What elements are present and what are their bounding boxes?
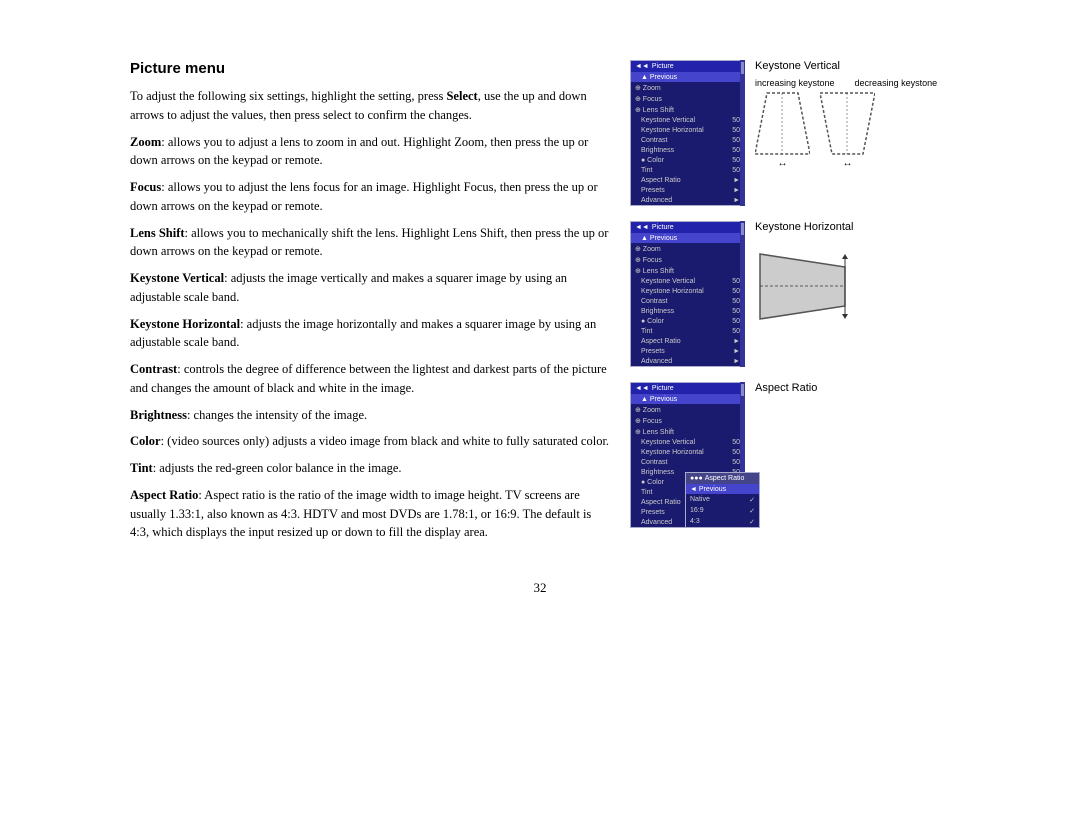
osd-scroll-thumb-1 [741, 62, 744, 74]
keystone-arrows: ↔ ↔ [755, 158, 937, 169]
aspect-submenu-container: ●●● Aspect Ratio ◄ Previous Native✓ 16:9… [685, 472, 760, 528]
osd-item-brightness-2[interactable]: Brightness50 [631, 306, 744, 316]
focus-text: Focus: allows you to adjust the lens foc… [130, 178, 610, 216]
aspect-item-43[interactable]: 4:3✓ [686, 516, 759, 527]
osd-menu-3-title-text: Picture [652, 385, 674, 392]
osd-scroll-thumb-3 [741, 384, 744, 396]
keystone-vertical-diagram: Keystone Vertical increasing keystone de… [755, 60, 937, 169]
osd-scrollbar-1 [740, 60, 745, 206]
osd-menu-2-title-text: Picture [652, 224, 674, 231]
osd-item-color-1[interactable]: ● Color50 [631, 155, 744, 165]
aspect-ratio-text: Aspect Ratio: Aspect ratio is the ratio … [130, 486, 610, 542]
color-text: Color: (video sources only) adjusts a vi… [130, 432, 610, 451]
osd-item-aspectratio-2[interactable]: Aspect Ratio► [631, 336, 744, 346]
aspect-submenu: ●●● Aspect Ratio ◄ Previous Native✓ 16:9… [685, 472, 760, 528]
keystone-vertical-text: Keystone Vertical: adjusts the image ver… [130, 269, 610, 307]
osd-menu-1-title: ◄◄ Picture [631, 61, 744, 72]
osd-item-kh-3[interactable]: Keystone Horizontal50 [631, 447, 744, 457]
decreasing-keystone-shape [820, 91, 875, 156]
keystone-horizontal-diagram: Keystone Horizontal [755, 221, 853, 328]
osd-item-kv-1[interactable]: Keystone Vertical50 [631, 115, 744, 125]
osd-left-arrow-icon-2: ◄◄ [635, 224, 649, 231]
tint-text: Tint: adjusts the red-green color balanc… [130, 459, 610, 478]
left-text-area: Picture menu To adjust the following six… [130, 60, 610, 550]
osd-item-lensshift-1[interactable]: ⊕ Lens Shift [631, 104, 744, 115]
aspect-submenu-title-text: Aspect Ratio [705, 475, 745, 482]
page: Picture menu To adjust the following six… [90, 0, 990, 636]
osd-scroll-thumb-2 [741, 223, 744, 235]
osd-menu-1: ◄◄ Picture ▲ Previous ⊕ Zoom ⊕ Focus ⊕ L… [630, 60, 745, 206]
right-panels: ◄◄ Picture ▲ Previous ⊕ Zoom ⊕ Focus ⊕ L… [630, 60, 950, 550]
aspect-item-169[interactable]: 16:9✓ [686, 505, 759, 516]
osd-item-zoom-1[interactable]: ⊕ Zoom [631, 82, 744, 93]
brightness-text: Brightness: changes the intensity of the… [130, 406, 610, 425]
osd-menu-2-container: ◄◄ Picture ▲ Previous ⊕ Zoom ⊕ Focus ⊕ L… [630, 221, 745, 367]
osd-item-lensshift-3[interactable]: ⊕ Lens Shift [631, 426, 744, 437]
aspect-ratio-panel: ◄◄ Picture ▲ Previous ⊕ Zoom ⊕ Focus ⊕ L… [630, 382, 950, 528]
osd-item-focus-2[interactable]: ⊕ Focus [631, 254, 744, 265]
osd-item-tint-1[interactable]: Tint50 [631, 165, 744, 175]
page-title: Picture menu [130, 60, 610, 77]
osd-item-focus-1[interactable]: ⊕ Focus [631, 93, 744, 104]
aspect-ratio-label: Aspect Ratio [755, 382, 817, 394]
osd-item-zoom-2[interactable]: ⊕ Zoom [631, 243, 744, 254]
osd-item-advanced-2[interactable]: Advanced► [631, 356, 744, 366]
osd-item-lensshift-2[interactable]: ⊕ Lens Shift [631, 265, 744, 276]
osd-menu-1-container: ◄◄ Picture ▲ Previous ⊕ Zoom ⊕ Focus ⊕ L… [630, 60, 745, 206]
aspect-submenu-title: ●●● Aspect Ratio [686, 473, 759, 484]
keystone-sub-labels: increasing keystone decreasing keystone [755, 78, 937, 88]
osd-item-aspectratio-1[interactable]: Aspect Ratio► [631, 175, 744, 185]
intro-text: To adjust the following six settings, hi… [130, 87, 610, 125]
keystone-shapes-row [755, 91, 937, 156]
keystone-horizontal-text: Keystone Horizontal: adjusts the image h… [130, 315, 610, 353]
osd-item-previous-1[interactable]: ▲ Previous [631, 72, 744, 82]
osd-item-tint-2[interactable]: Tint50 [631, 326, 744, 336]
osd-item-presets-2[interactable]: Presets► [631, 346, 744, 356]
osd-menu-2-title: ◄◄ Picture [631, 222, 744, 233]
osd-item-focus-3[interactable]: ⊕ Focus [631, 415, 744, 426]
osd-menu-2: ◄◄ Picture ▲ Previous ⊕ Zoom ⊕ Focus ⊕ L… [630, 221, 745, 367]
zoom-text: Zoom: allows you to adjust a lens to zoo… [130, 133, 610, 171]
aspect-item-native[interactable]: Native✓ [686, 494, 759, 505]
osd-item-advanced-1[interactable]: Advanced► [631, 195, 744, 205]
osd-item-kh-1[interactable]: Keystone Horizontal50 [631, 125, 744, 135]
lens-shift-text: Lens Shift: allows you to mechanically s… [130, 224, 610, 262]
osd-left-arrow-icon-3: ◄◄ [635, 385, 649, 392]
osd-menu-3: ◄◄ Picture ▲ Previous ⊕ Zoom ⊕ Focus ⊕ L… [630, 382, 745, 528]
keystone-vertical-label: Keystone Vertical [755, 60, 937, 72]
keystone-horizontal-panel: ◄◄ Picture ▲ Previous ⊕ Zoom ⊕ Focus ⊕ L… [630, 221, 950, 367]
osd-item-color-2[interactable]: ● Color50 [631, 316, 744, 326]
osd-item-brightness-1[interactable]: Brightness50 [631, 145, 744, 155]
osd-item-presets-1[interactable]: Presets► [631, 185, 744, 195]
aspect-item-previous[interactable]: ◄ Previous [686, 484, 759, 494]
dec-arrow: ↔ [820, 158, 875, 169]
osd-item-zoom-3[interactable]: ⊕ Zoom [631, 404, 744, 415]
osd-scrollbar-2 [740, 221, 745, 367]
osd-left-arrow-icon: ◄◄ [635, 63, 649, 70]
aspect-dots-icon: ●●● [690, 475, 703, 482]
increasing-keystone-label: increasing keystone [755, 78, 835, 88]
osd-item-kh-2[interactable]: Keystone Horizontal50 [631, 286, 744, 296]
osd-item-contrast-1[interactable]: Contrast50 [631, 135, 744, 145]
increasing-keystone-shape [755, 91, 810, 156]
inc-arrow: ↔ [755, 158, 810, 169]
osd-item-contrast-2[interactable]: Contrast50 [631, 296, 744, 306]
osd-item-contrast-3[interactable]: Contrast50 [631, 457, 744, 467]
aspect-ratio-diagram: Aspect Ratio [755, 382, 817, 400]
osd-item-previous-2[interactable]: ▲ Previous [631, 233, 744, 243]
decreasing-keystone-label: decreasing keystone [855, 78, 938, 88]
osd-item-kv-2[interactable]: Keystone Vertical50 [631, 276, 744, 286]
horiz-keystone-shape [755, 249, 853, 328]
page-number: 32 [130, 580, 950, 596]
keystone-vertical-panel: ◄◄ Picture ▲ Previous ⊕ Zoom ⊕ Focus ⊕ L… [630, 60, 950, 206]
contrast-text: Contrast: controls the degree of differe… [130, 360, 610, 398]
osd-item-previous-3[interactable]: ▲ Previous [631, 394, 744, 404]
osd-menu-1-title-text: Picture [652, 63, 674, 70]
keystone-horizontal-label: Keystone Horizontal [755, 221, 853, 233]
osd-item-kv-3[interactable]: Keystone Vertical50 [631, 437, 744, 447]
osd-menu-3-title: ◄◄ Picture [631, 383, 744, 394]
